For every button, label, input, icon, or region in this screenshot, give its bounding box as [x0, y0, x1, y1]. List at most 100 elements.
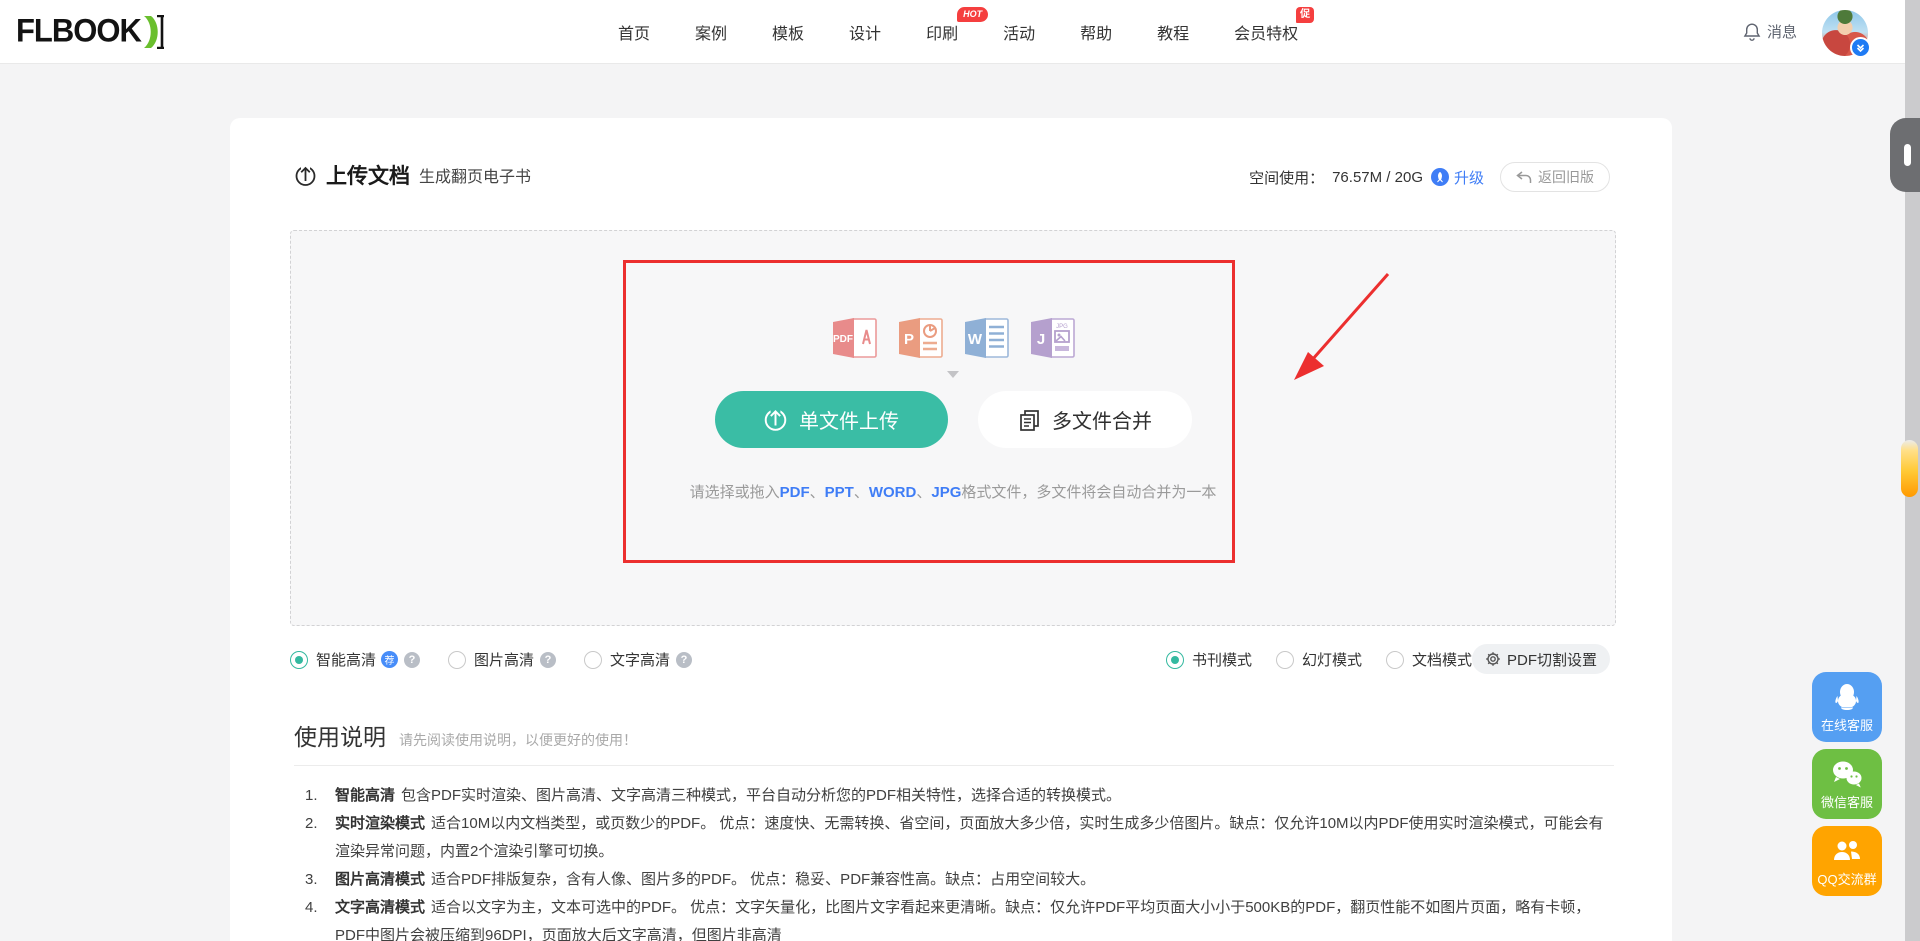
pdf-split-settings-button[interactable]: PDF切割设置 [1472, 644, 1610, 674]
view-mode-options: 书刊模式 幻灯模式 文档模式 [1166, 649, 1472, 670]
back-to-old-label: 返回旧版 [1538, 167, 1594, 187]
instruction-text: 包含PDF实时渲染、图片高清、文字高清三种模式，平台自动分析您的PDF相关特性，… [401, 787, 1121, 804]
hint-suffix: 格式文件，多文件将会自动合并为一本 [961, 484, 1216, 501]
instruction-text: 适合以文字为主，文本可选中的PDF。 优点：文字矢量化，比图片文字看起来更清晰。… [335, 899, 1590, 941]
bell-icon [1743, 22, 1761, 41]
messages-button[interactable]: 消息 [1743, 0, 1797, 63]
instruction-list: 1. 智能高清包含PDF实时渲染、图片高清、文字高清三种模式，平台自动分析您的P… [305, 782, 1612, 941]
nav-item[interactable]: 会员特权 促 [1234, 20, 1298, 44]
radio-label: 文档模式 [1412, 649, 1472, 670]
qq-icon [1832, 681, 1862, 713]
pdf-file-icon: PDF [830, 315, 879, 361]
caret-down-icon [947, 371, 959, 378]
merge-files-label: 多文件合并 [1052, 405, 1152, 434]
upload-panel: 上传文档 生成翻页电子书 空间使用： 76.57M / 20G 升级 返回旧版 [230, 118, 1672, 941]
service-button[interactable]: 微信客服 [1812, 749, 1882, 819]
radio-icon [290, 651, 308, 669]
instruction-number: 1. [305, 782, 327, 810]
service-button[interactable]: 在线客服 [1812, 672, 1882, 742]
service-label: 微信客服 [1821, 792, 1873, 811]
nav-item-badge: HOT [957, 7, 988, 22]
instruction-text: 适合10M以内文档类型，或页数少的PDF。 优点：速度快、无需转换、省空间，页面… [335, 815, 1604, 860]
radio-icon [1276, 651, 1294, 669]
upload-cloud-icon [294, 164, 317, 187]
radio-option[interactable]: 幻灯模式 [1276, 649, 1362, 670]
instruction-item: 3. 图片高清模式适合PDF排版复杂，含有人像、图片多的PDF。 优点：稳妥、P… [305, 866, 1612, 894]
page-title: 上传文档 [326, 160, 410, 190]
single-upload-label: 单文件上传 [799, 405, 899, 434]
divider [294, 765, 1614, 766]
radio-label: 幻灯模式 [1302, 649, 1362, 670]
svg-text:PDF: PDF [833, 334, 853, 345]
instruction-lead: 智能高清 [335, 787, 395, 804]
instruction-lead: 文字高清模式 [335, 899, 425, 916]
instruction-item: 2. 实时渲染模式适合10M以内文档类型，或页数少的PDF。 优点：速度快、无需… [305, 810, 1612, 866]
help-icon[interactable]: ? [676, 652, 692, 668]
radio-option[interactable]: 图片高清 ? [448, 649, 556, 670]
upload-drop-zone[interactable]: PDF P W JPG [290, 230, 1616, 626]
nav-item[interactable]: 印刷 HOT [926, 20, 958, 44]
nav-item-label: 印刷 [926, 26, 958, 43]
radio-option[interactable]: 文档模式 [1386, 649, 1472, 670]
rocket-icon [1431, 168, 1449, 186]
instructions-header: 使用说明 请先阅读使用说明，以便更好的使用！ [294, 718, 637, 752]
nav-item[interactable]: 首页 [618, 20, 650, 44]
scrollbar-marker[interactable] [1901, 440, 1918, 497]
space-usage-label: 空间使用： [1249, 167, 1324, 188]
panel-title-row: 上传文档 生成翻页电子书 [294, 160, 531, 190]
page: FLBOOK 首页 案例 模板 设计 印刷 HOT 活动 帮助 教程 [0, 0, 1920, 941]
space-usage-value: 76.57M / 20G [1332, 169, 1423, 186]
nav-item[interactable]: 设计 [849, 20, 881, 44]
hint-prefix: 请选择或拖入 [690, 484, 780, 501]
return-arrow-icon [1516, 171, 1532, 184]
hint-format-jpg: JPG [931, 484, 961, 501]
radio-icon [1386, 651, 1404, 669]
upgrade-label: 升级 [1454, 167, 1484, 188]
instructions-subtitle: 请先阅读使用说明，以便更好的使用！ [399, 730, 637, 750]
instruction-text: 适合PDF排版复杂，含有人像、图片多的PDF。 优点：稳妥、PDF兼容性高。缺点… [431, 871, 1095, 888]
merge-files-icon [1017, 408, 1041, 432]
radio-label: 智能高清 [316, 649, 376, 670]
logo-book-icon [143, 15, 167, 49]
instruction-lead: 图片高清模式 [335, 871, 425, 888]
hint-format-pdf: PDF [780, 484, 810, 501]
upgrade-link[interactable]: 升级 [1431, 167, 1484, 188]
logo-text: FLBOOK [16, 12, 141, 49]
scrollbar-thumb[interactable] [1890, 118, 1920, 192]
back-to-old-button[interactable]: 返回旧版 [1500, 162, 1610, 192]
hint-format-word: WORD [869, 484, 917, 501]
service-label: 在线客服 [1821, 715, 1873, 734]
recommend-badge: 荐 [381, 651, 398, 668]
vip-badge-icon [1850, 37, 1871, 58]
merge-files-button[interactable]: 多文件合并 [978, 391, 1192, 448]
nav-item[interactable]: 帮助 [1080, 20, 1112, 44]
service-panel: 在线客服 微信客服 [1812, 672, 1882, 896]
nav-item[interactable]: 活动 [1003, 20, 1035, 44]
nav-item[interactable]: 案例 [695, 20, 727, 44]
svg-text:W: W [967, 331, 982, 348]
quality-options: 智能高清 荐 ? 图片高清 ? 文字高清 ? [290, 649, 692, 670]
logo[interactable]: FLBOOK [16, 13, 167, 49]
radio-icon [1166, 651, 1184, 669]
upload-hint: 请选择或拖入PDF、PPT、WORD、JPG格式文件，多文件将会自动合并为一本 [690, 481, 1217, 502]
help-icon[interactable]: ? [404, 652, 420, 668]
nav-item[interactable]: 教程 [1157, 20, 1189, 44]
service-button[interactable]: QQ交流群 [1812, 826, 1882, 896]
instruction-lead: 实时渲染模式 [335, 815, 425, 832]
radio-option[interactable]: 书刊模式 [1166, 649, 1252, 670]
top-navbar: FLBOOK 首页 案例 模板 设计 印刷 HOT 活动 帮助 教程 [0, 0, 1920, 64]
instruction-number: 2. [305, 810, 327, 866]
user-avatar[interactable] [1822, 10, 1868, 56]
help-icon[interactable]: ? [540, 652, 556, 668]
radio-option[interactable]: 文字高清 ? [584, 649, 692, 670]
single-upload-button[interactable]: 单文件上传 [715, 391, 948, 448]
instructions-title: 使用说明 [294, 718, 386, 752]
radio-icon [584, 651, 602, 669]
nav-item-label: 帮助 [1080, 26, 1112, 43]
word-file-icon: W [962, 315, 1011, 361]
radio-option[interactable]: 智能高清 荐 ? [290, 649, 420, 670]
service-label: QQ交流群 [1817, 869, 1876, 888]
instruction-item: 4. 文字高清模式适合以文字为主，文本可选中的PDF。 优点：文字矢量化，比图片… [305, 894, 1612, 941]
nav-item[interactable]: 模板 [772, 20, 804, 44]
nav-item-label: 模板 [772, 26, 804, 43]
